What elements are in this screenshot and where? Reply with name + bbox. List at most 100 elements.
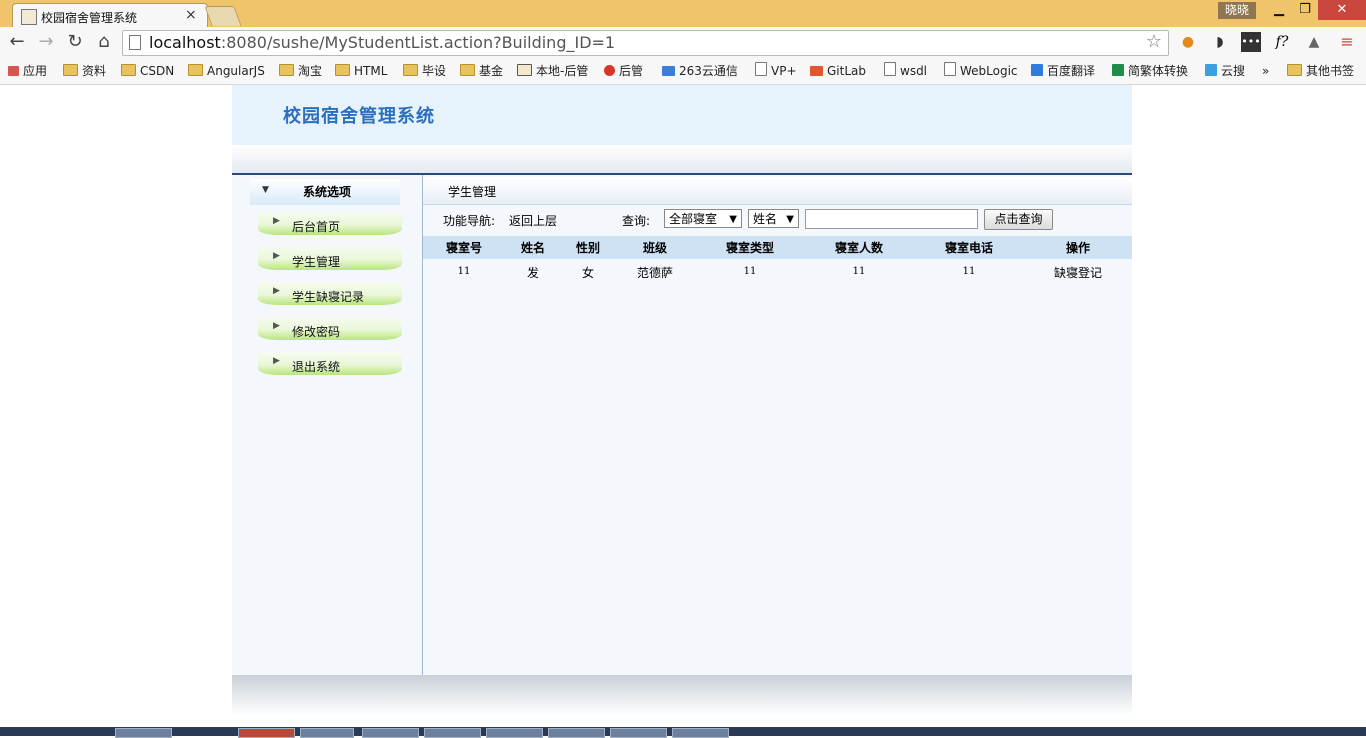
table-cell: 11 [457,266,471,277]
bookmark-link[interactable]: 百度翻译 [1031,62,1095,80]
table-cell: 11 [852,266,866,277]
extension-shield-icon[interactable]: ▲ [1304,32,1324,52]
query-label: 查询: [622,214,651,228]
bookmark-link[interactable]: 本地-后管 [517,62,588,80]
bookmark-folder[interactable]: 毕设 [403,62,446,80]
nav-label: 功能导航: [443,214,496,228]
sidebar-item-label: 学生管理 [292,255,341,269]
bookmark-link[interactable]: GitLab [810,62,866,80]
bookmark-folder[interactable]: HTML [335,62,387,80]
folder-icon [1287,64,1302,76]
bookmark-link[interactable]: 263云通信 [662,62,738,80]
bookmarks-overflow[interactable]: » [1262,62,1269,80]
absence-register-link[interactable]: 缺寝登记 [1054,264,1102,281]
bookmark-folder[interactable]: AngularJS [188,62,265,80]
gitlab-icon [810,66,823,76]
bookmark-folder[interactable]: CSDN [121,62,174,80]
column-header: 寝室人数 [834,241,884,255]
header-divider [232,145,1132,175]
star-search-icon [1205,64,1217,76]
page-icon [129,35,141,50]
folder-icon [279,64,294,76]
bookmark-folder[interactable]: 淘宝 [279,62,322,80]
caret-right-icon: ▶ [273,286,280,296]
column-header: 姓名 [520,241,546,255]
sidebar-item-change-password[interactable]: ▶ 修改密码 [258,317,402,340]
sidebar-item-label: 修改密码 [292,325,341,339]
section-header: 学生管理 [423,177,1132,205]
extension-fire-icon[interactable]: ● [1178,32,1198,52]
bookmark-link[interactable]: WebLogic [944,62,1018,80]
profile-badge[interactable]: 晓晓 [1218,2,1256,19]
search-input[interactable] [805,209,978,229]
folder-icon [335,64,350,76]
browser-tab-active[interactable]: 校园宿舍管理系统 × [12,3,208,28]
translate-icon [1031,64,1043,76]
url-text: localhost:8080/sushe/MyStudentList.actio… [149,33,616,52]
bookmark-star-icon[interactable]: ☆ [1146,31,1162,52]
caret-right-icon: ▶ [273,356,280,366]
caret-right-icon: ▶ [273,321,280,331]
dorm-select[interactable]: 全部寝室 ▼ [664,209,742,228]
bookmark-folder[interactable]: 资料 [63,62,106,80]
bookmark-link[interactable]: 简繁体转换 [1112,62,1188,80]
sidebar-item-label: 学生缺寝记录 [292,290,365,304]
menu-icon[interactable]: ≡ [1337,32,1357,52]
bookmark-link[interactable]: VP+ [755,62,797,80]
taskbar-item[interactable] [610,728,667,738]
bookmark-folder[interactable]: 基金 [460,62,503,80]
sidebar-item-students[interactable]: ▶ 学生管理 [258,247,402,270]
taskbar-item[interactable] [115,728,172,738]
bookmark-link[interactable]: 后管 [604,62,643,80]
extension-wave-icon[interactable]: ◗ [1210,32,1230,52]
taskbar-item[interactable] [300,728,354,738]
sidebar-item-absence-records[interactable]: ▶ 学生缺寝记录 [258,282,402,305]
taskbar-item[interactable] [362,728,419,738]
search-button[interactable]: 点击查询 [984,209,1053,230]
table-cell: 发 [526,266,540,280]
table-cell: 11 [743,266,757,277]
caret-right-icon: ▶ [273,216,280,226]
table-cell: 女 [581,266,595,280]
taskbar-item[interactable] [548,728,605,738]
taskbar-item[interactable] [424,728,481,738]
bookmark-apps[interactable]: 应用 [8,62,47,80]
forward-icon[interactable]: → [35,31,57,53]
convert-icon [1112,64,1124,76]
extension-formula-icon[interactable]: f? [1272,32,1292,52]
column-header: 寝室类型 [725,241,775,255]
column-header: 性别 [575,241,601,255]
folder-icon [121,64,136,76]
site-icon [517,64,532,76]
address-bar[interactable]: localhost:8080/sushe/MyStudentList.actio… [122,30,1169,56]
field-select[interactable]: 姓名 ▼ [748,209,799,228]
bookmark-link[interactable]: 云搜 [1205,62,1245,80]
taskbar-item[interactable] [672,728,729,738]
tab-favicon-icon [21,9,37,25]
folder-icon [188,64,203,76]
sidebar-item-logout[interactable]: ▶ 退出系统 [258,352,402,375]
sidebar-item-home[interactable]: ▶ 后台首页 [258,212,402,235]
column-header: 班级 [642,241,668,255]
page-icon [944,62,956,76]
back-link[interactable]: 返回上层 [509,212,557,229]
bookmark-link[interactable]: wsdl [884,62,927,80]
table-cell: 范德萨 [636,266,674,280]
tab-close-icon[interactable]: × [185,7,197,23]
reload-icon[interactable]: ↻ [64,31,86,53]
bookmark-other-folder[interactable]: 其他书签 [1287,62,1354,80]
taskbar-item[interactable] [238,728,295,738]
home-icon[interactable]: ⌂ [93,31,115,53]
cloud-icon [662,66,675,76]
sidebar-item-label: 退出系统 [292,360,341,374]
restore-icon[interactable]: ❐ [1290,0,1320,20]
table-cell: 11 [962,266,976,277]
page-icon [755,62,767,76]
extension-dots-icon[interactable]: ••• [1241,32,1261,52]
site-icon [604,65,615,76]
caret-right-icon: ▶ [273,251,280,261]
column-header: 寝室电话 [944,241,994,255]
back-icon[interactable]: ← [6,31,28,53]
window-close-icon[interactable]: ✕ [1318,0,1366,20]
taskbar-item[interactable] [486,728,543,738]
